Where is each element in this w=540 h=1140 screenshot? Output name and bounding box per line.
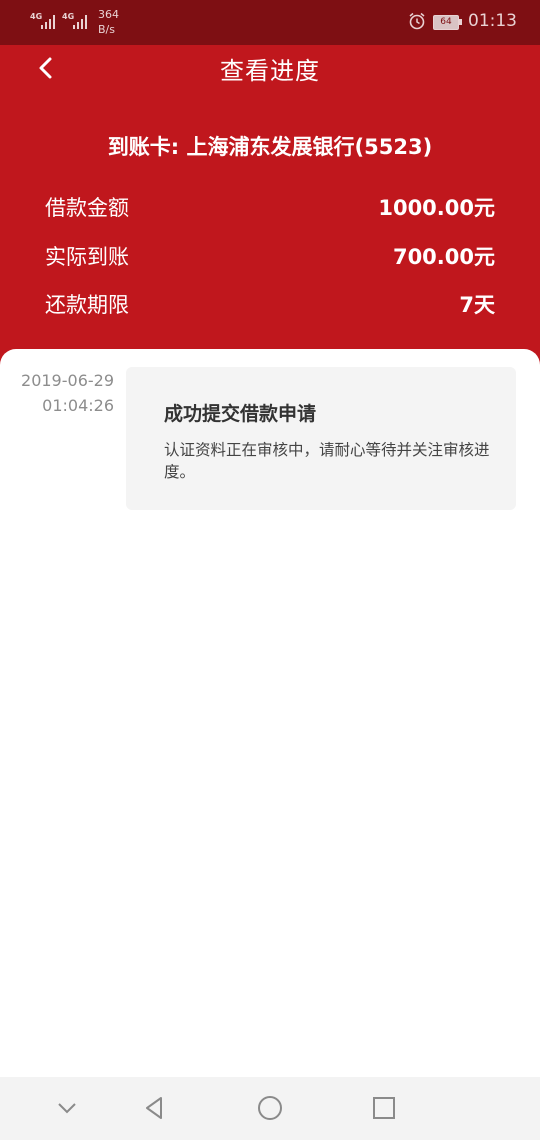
alarm-icon [409,12,425,30]
actual-received-value: 700.00元 [392,245,495,269]
triangle-back-icon[interactable] [139,1093,169,1123]
square-recents-icon[interactable] [369,1093,399,1123]
repayment-term-value: 7天 [459,293,495,317]
signal-bars-icon [73,15,87,29]
repayment-term-label: 还款期限 [45,293,129,317]
receiving-card: 到账卡: 上海浦东发展银行(5523) [107,135,433,159]
page-title: 查看进度 [220,57,320,85]
timeline-date: 2019-06-29 [21,371,114,390]
actual-received-label: 实际到账 [45,245,129,269]
loan-amount-label: 借款金额 [45,196,129,220]
timeline-time: 01:04:26 [42,396,114,415]
system-navigation-bar [0,1077,540,1140]
repayment-term-row: 还款期限 7天 [45,289,495,323]
battery-tip [459,19,462,25]
timeline-event-card: 成功提交借款申请 认证资料正在审核中，请耐心等待并关注审核进度。 [126,367,516,510]
loan-amount-value: 1000.00元 [378,196,495,220]
chevron-down-icon[interactable] [52,1093,82,1123]
network-speed: 364 B/s [98,7,119,37]
status-time: 01:13 [468,11,517,31]
signal-bars-icon [41,15,55,29]
timeline-sheet: 2019-06-29 01:04:26 成功提交借款申请 认证资料正在审核中，请… [0,349,540,1077]
circle-home-icon[interactable] [255,1093,285,1123]
progress-header: 查看进度 到账卡: 上海浦东发展银行(5523) 借款金额 1000.00元 实… [0,45,540,395]
status-bar: 4G 4G 364 B/s 64 01:13 [0,0,540,45]
event-title: 成功提交借款申请 [164,403,317,425]
speed-value: 364 [98,8,119,21]
actual-received-row: 实际到账 700.00元 [45,241,495,275]
loan-amount-row: 借款金额 1000.00元 [45,192,495,226]
battery-indicator: 64 [433,15,459,30]
event-description: 认证资料正在审核中，请耐心等待并关注审核进度。 [164,441,490,481]
speed-unit: B/s [98,23,115,36]
